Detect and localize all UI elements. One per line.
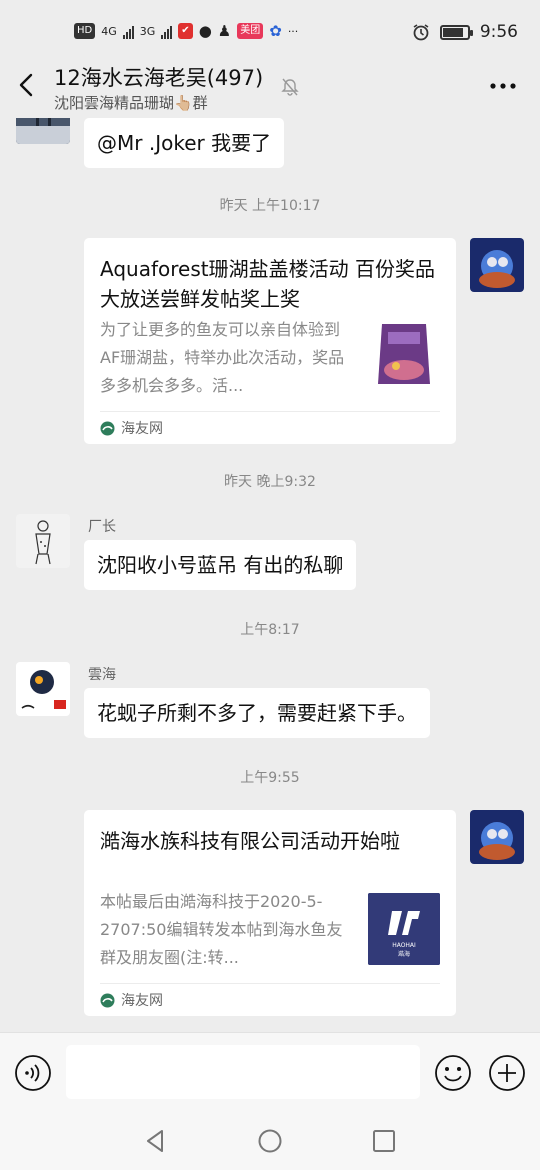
link-card[interactable]: 澔海水族科技有限公司活动开始啦 本帖最后由澔海科技于2020-5-2707:50… [84, 810, 456, 1016]
card-source: 海友网 [100, 990, 163, 1010]
card-thumbnail: HAOHAI 澔海 [368, 893, 440, 965]
avatar[interactable] [16, 514, 70, 568]
plus-icon[interactable] [488, 1054, 526, 1092]
avatar-image [470, 238, 524, 292]
signal-icon-2 [161, 23, 173, 39]
avatar-image [16, 514, 70, 568]
message-bubble[interactable]: 花蚬子所剩不多了，需要赶紧下手。 [84, 688, 430, 738]
avatar[interactable] [16, 118, 70, 144]
red-app-icon: ✔ [178, 23, 193, 39]
haohai-logo-image: HAOHAI澔海 [368, 893, 440, 965]
signal-icon-1 [122, 23, 134, 39]
status-icons-left: HD 4G 3G ✔ ● ♟ 美团 ✿ ··· [74, 22, 298, 40]
hd-icon: HD [74, 23, 96, 39]
card-title: 澔海水族科技有限公司活动开始啦 [100, 829, 400, 853]
penguin-icon: ♟ [217, 22, 232, 40]
chat-bubble-icon: ● [198, 22, 212, 40]
chat-title: 12海水云海老吴(497) [54, 66, 264, 90]
card-source-name: 海友网 [121, 993, 163, 1009]
salt-bag-image [368, 318, 440, 390]
timestamp: 昨天 晚上9:32 [224, 474, 316, 490]
chat-subtitle: 沈阳雲海精品珊瑚👆🏼群 [54, 94, 208, 112]
source-logo-icon [100, 421, 115, 435]
system-nav-bar [0, 1112, 540, 1170]
more-notifications-icon: ··· [287, 24, 299, 38]
avatar-image [16, 662, 70, 716]
status-icons-right: 9:56 [412, 22, 518, 42]
card-title: Aquaforest珊湖盐盖楼活动 百份奖品大放送尝鲜发帖奖上奖 [100, 257, 435, 311]
card-description: 为了让更多的鱼友可以亲自体验到AF珊湖盐，特举办此次活动，奖品多多机会多多。活.… [100, 320, 345, 395]
thumb-brand-sub: 澔海 [398, 950, 410, 958]
clock: 9:56 [479, 22, 518, 42]
card-divider [100, 411, 440, 412]
input-bar [0, 1032, 540, 1112]
chat-header: 12海水云海老吴(497) 沈阳雲海精品珊瑚👆🏼群 [0, 56, 540, 118]
recents-square-icon[interactable] [369, 1126, 399, 1156]
meituan-icon: 美团 [237, 23, 264, 39]
status-bar: HD 4G 3G ✔ ● ♟ 美团 ✿ ··· 9:56 [0, 0, 540, 62]
card-source: 海友网 [100, 418, 163, 438]
message-input[interactable] [66, 1045, 420, 1099]
thumb-brand-text: HAOHAI [392, 942, 416, 949]
avatar-self[interactable] [470, 238, 524, 292]
message-bubble[interactable]: 沈阳收小号蓝吊 有出的私聊 [84, 540, 357, 590]
back-triangle-icon[interactable] [141, 1126, 171, 1156]
card-source-name: 海友网 [121, 421, 163, 437]
card-description: 本帖最后由澔海科技于2020-5-2707:50编辑转发本帖到海水鱼友群及朋友圈… [100, 892, 343, 967]
sim1-label: 4G [101, 24, 117, 38]
mute-bell-icon [281, 78, 299, 96]
source-logo-icon [100, 993, 115, 1007]
card-divider [100, 983, 440, 984]
message-bubble[interactable]: @Mr .Joker 我要了 [84, 118, 285, 168]
battery-icon [439, 24, 473, 40]
more-icon[interactable] [488, 76, 518, 96]
back-icon[interactable] [10, 68, 44, 102]
sender-name: 雲海 [88, 667, 116, 683]
alarm-icon [413, 24, 429, 41]
home-circle-icon[interactable] [255, 1126, 285, 1156]
link-card[interactable]: Aquaforest珊湖盐盖楼活动 百份奖品大放送尝鲜发帖奖上奖 为了让更多的鱼… [84, 238, 456, 444]
emoji-icon[interactable] [434, 1054, 472, 1092]
voice-icon[interactable] [14, 1054, 52, 1092]
sim2-label: 3G [139, 24, 156, 38]
paw-icon: ✿ [269, 22, 282, 40]
avatar-self[interactable] [470, 810, 524, 864]
card-thumbnail [368, 318, 440, 390]
timestamp: 上午9:55 [240, 770, 300, 786]
timestamp: 上午8:17 [240, 622, 300, 638]
timestamp: 昨天 上午10:17 [219, 198, 321, 214]
avatar-image [16, 118, 70, 144]
sender-name: 厂长 [88, 519, 116, 535]
avatar[interactable] [16, 662, 70, 716]
avatar-image [470, 810, 524, 864]
chat-messages[interactable]: @Mr .Joker 我要了 昨天 上午10:17 Aquaforest珊湖盐盖… [0, 118, 540, 1032]
